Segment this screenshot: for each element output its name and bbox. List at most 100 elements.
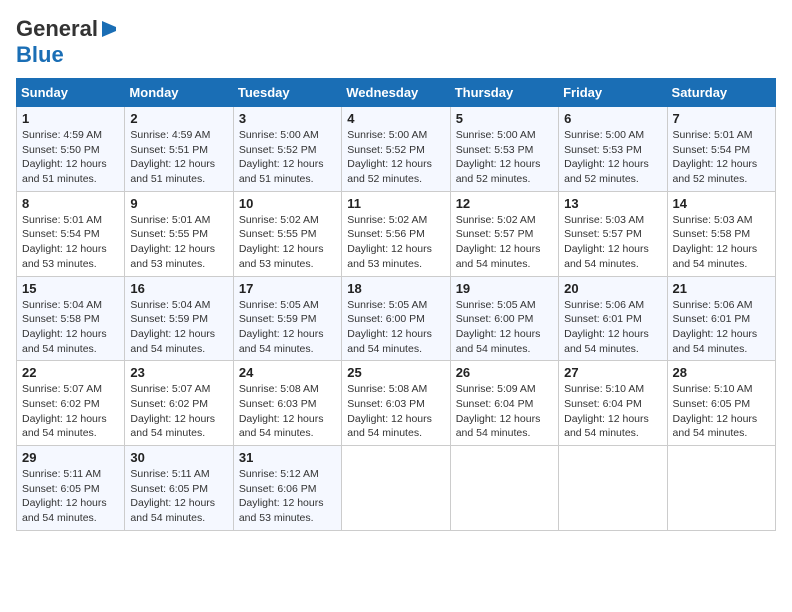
day-number: 4	[347, 111, 444, 126]
day-number: 18	[347, 281, 444, 296]
day-header-sunday: Sunday	[17, 79, 125, 107]
day-cell-1: 1Sunrise: 4:59 AMSunset: 5:50 PMDaylight…	[17, 107, 125, 192]
calendar-week-4: 22 Sunrise: 5:07 AMSunset: 6:02 PMDayligh…	[17, 361, 776, 446]
logo-icon	[100, 19, 118, 39]
day-number: 6	[564, 111, 661, 126]
empty-cell	[342, 446, 450, 531]
calendar-week-1: 1Sunrise: 4:59 AMSunset: 5:50 PMDaylight…	[17, 107, 776, 192]
day-info: Sunrise: 5:05 AMSunset: 5:59 PMDaylight:…	[239, 298, 336, 357]
day-info: Sunrise: 5:05 AMSunset: 6:00 PMDaylight:…	[456, 298, 553, 357]
day-cell-13: 13Sunrise: 5:03 AMSunset: 5:57 PMDayligh…	[559, 191, 667, 276]
day-cell-3: 3 Sunrise: 5:00 AMSunset: 5:52 PMDaylight…	[233, 107, 341, 192]
day-header-wednesday: Wednesday	[342, 79, 450, 107]
day-cell-31: 31 Sunrise: 5:12 AMSunset: 6:06 PMDayligh…	[233, 446, 341, 531]
day-number: 9	[130, 196, 227, 211]
day-info: Sunrise: 5:07 AMSunset: 6:02 PMDaylight:…	[130, 382, 227, 441]
day-header-thursday: Thursday	[450, 79, 558, 107]
logo: General Blue	[16, 16, 118, 68]
day-number: 15	[22, 281, 119, 296]
day-number: 31	[239, 450, 336, 465]
day-header-friday: Friday	[559, 79, 667, 107]
day-info: Sunrise: 5:11 AMSunset: 6:05 PMDaylight:…	[22, 467, 119, 526]
day-cell-26: 26 Sunrise: 5:09 AMSunset: 6:04 PMDayligh…	[450, 361, 558, 446]
day-number: 19	[456, 281, 553, 296]
day-cell-11: 11 Sunrise: 5:02 AMSunset: 5:56 PMDayligh…	[342, 191, 450, 276]
day-info: Sunrise: 5:08 AMSunset: 6:03 PMDaylight:…	[239, 382, 336, 441]
day-info: Sunrise: 5:02 AMSunset: 5:56 PMDaylight:…	[347, 213, 444, 272]
calendar-header-row: SundayMondayTuesdayWednesdayThursdayFrid…	[17, 79, 776, 107]
day-info: Sunrise: 5:01 AMSunset: 5:54 PMDaylight:…	[22, 213, 119, 272]
day-cell-23: 23 Sunrise: 5:07 AMSunset: 6:02 PMDayligh…	[125, 361, 233, 446]
day-cell-21: 21Sunrise: 5:06 AMSunset: 6:01 PMDayligh…	[667, 276, 775, 361]
page-header: General Blue	[16, 16, 776, 68]
day-number: 3	[239, 111, 336, 126]
day-info: Sunrise: 5:00 AMSunset: 5:52 PMDaylight:…	[347, 128, 444, 187]
day-cell-6: 6 Sunrise: 5:00 AMSunset: 5:53 PMDaylight…	[559, 107, 667, 192]
day-info: Sunrise: 5:01 AMSunset: 5:54 PMDaylight:…	[673, 128, 770, 187]
day-cell-27: 27Sunrise: 5:10 AMSunset: 6:04 PMDayligh…	[559, 361, 667, 446]
calendar-week-3: 15 Sunrise: 5:04 AMSunset: 5:58 PMDayligh…	[17, 276, 776, 361]
day-cell-20: 20 Sunrise: 5:06 AMSunset: 6:01 PMDayligh…	[559, 276, 667, 361]
day-cell-8: 8 Sunrise: 5:01 AMSunset: 5:54 PMDaylight…	[17, 191, 125, 276]
day-info: Sunrise: 5:01 AMSunset: 5:55 PMDaylight:…	[130, 213, 227, 272]
day-info: Sunrise: 5:05 AMSunset: 6:00 PMDaylight:…	[347, 298, 444, 357]
day-info: Sunrise: 5:00 AMSunset: 5:52 PMDaylight:…	[239, 128, 336, 187]
day-number: 27	[564, 365, 661, 380]
day-info: Sunrise: 5:00 AMSunset: 5:53 PMDaylight:…	[564, 128, 661, 187]
day-info: Sunrise: 5:10 AMSunset: 6:05 PMDaylight:…	[673, 382, 770, 441]
day-number: 10	[239, 196, 336, 211]
day-number: 2	[130, 111, 227, 126]
day-info: Sunrise: 4:59 AMSunset: 5:51 PMDaylight:…	[130, 128, 227, 187]
logo-blue: Blue	[16, 42, 64, 67]
day-cell-30: 30 Sunrise: 5:11 AMSunset: 6:05 PMDayligh…	[125, 446, 233, 531]
day-cell-12: 12 Sunrise: 5:02 AMSunset: 5:57 PMDayligh…	[450, 191, 558, 276]
day-info: Sunrise: 4:59 AMSunset: 5:50 PMDaylight:…	[22, 128, 119, 187]
day-number: 20	[564, 281, 661, 296]
logo-general: General	[16, 16, 98, 42]
day-info: Sunrise: 5:04 AMSunset: 5:58 PMDaylight:…	[22, 298, 119, 357]
day-info: Sunrise: 5:03 AMSunset: 5:58 PMDaylight:…	[673, 213, 770, 272]
day-number: 5	[456, 111, 553, 126]
day-cell-4: 4 Sunrise: 5:00 AMSunset: 5:52 PMDaylight…	[342, 107, 450, 192]
day-number: 24	[239, 365, 336, 380]
day-number: 17	[239, 281, 336, 296]
day-number: 29	[22, 450, 119, 465]
day-number: 26	[456, 365, 553, 380]
day-info: Sunrise: 5:04 AMSunset: 5:59 PMDaylight:…	[130, 298, 227, 357]
day-header-monday: Monday	[125, 79, 233, 107]
calendar-body: 1Sunrise: 4:59 AMSunset: 5:50 PMDaylight…	[17, 107, 776, 531]
empty-cell	[450, 446, 558, 531]
day-cell-17: 17 Sunrise: 5:05 AMSunset: 5:59 PMDayligh…	[233, 276, 341, 361]
day-number: 8	[22, 196, 119, 211]
day-number: 11	[347, 196, 444, 211]
day-cell-7: 7 Sunrise: 5:01 AMSunset: 5:54 PMDaylight…	[667, 107, 775, 192]
day-cell-2: 2 Sunrise: 4:59 AMSunset: 5:51 PMDaylight…	[125, 107, 233, 192]
day-info: Sunrise: 5:08 AMSunset: 6:03 PMDaylight:…	[347, 382, 444, 441]
day-number: 25	[347, 365, 444, 380]
day-number: 7	[673, 111, 770, 126]
day-cell-28: 28 Sunrise: 5:10 AMSunset: 6:05 PMDayligh…	[667, 361, 775, 446]
day-cell-25: 25 Sunrise: 5:08 AMSunset: 6:03 PMDayligh…	[342, 361, 450, 446]
day-info: Sunrise: 5:09 AMSunset: 6:04 PMDaylight:…	[456, 382, 553, 441]
day-cell-24: 24 Sunrise: 5:08 AMSunset: 6:03 PMDayligh…	[233, 361, 341, 446]
day-number: 12	[456, 196, 553, 211]
day-info: Sunrise: 5:12 AMSunset: 6:06 PMDaylight:…	[239, 467, 336, 526]
day-number: 28	[673, 365, 770, 380]
empty-cell	[667, 446, 775, 531]
day-info: Sunrise: 5:06 AMSunset: 6:01 PMDaylight:…	[564, 298, 661, 357]
day-info: Sunrise: 5:02 AMSunset: 5:57 PMDaylight:…	[456, 213, 553, 272]
day-cell-10: 10Sunrise: 5:02 AMSunset: 5:55 PMDayligh…	[233, 191, 341, 276]
day-info: Sunrise: 5:00 AMSunset: 5:53 PMDaylight:…	[456, 128, 553, 187]
day-number: 30	[130, 450, 227, 465]
day-cell-9: 9 Sunrise: 5:01 AMSunset: 5:55 PMDaylight…	[125, 191, 233, 276]
day-cell-15: 15 Sunrise: 5:04 AMSunset: 5:58 PMDayligh…	[17, 276, 125, 361]
day-number: 14	[673, 196, 770, 211]
day-number: 23	[130, 365, 227, 380]
day-cell-18: 18 Sunrise: 5:05 AMSunset: 6:00 PMDayligh…	[342, 276, 450, 361]
day-number: 22	[22, 365, 119, 380]
day-info: Sunrise: 5:11 AMSunset: 6:05 PMDaylight:…	[130, 467, 227, 526]
day-number: 13	[564, 196, 661, 211]
calendar-week-2: 8 Sunrise: 5:01 AMSunset: 5:54 PMDaylight…	[17, 191, 776, 276]
day-cell-14: 14 Sunrise: 5:03 AMSunset: 5:58 PMDayligh…	[667, 191, 775, 276]
day-header-tuesday: Tuesday	[233, 79, 341, 107]
